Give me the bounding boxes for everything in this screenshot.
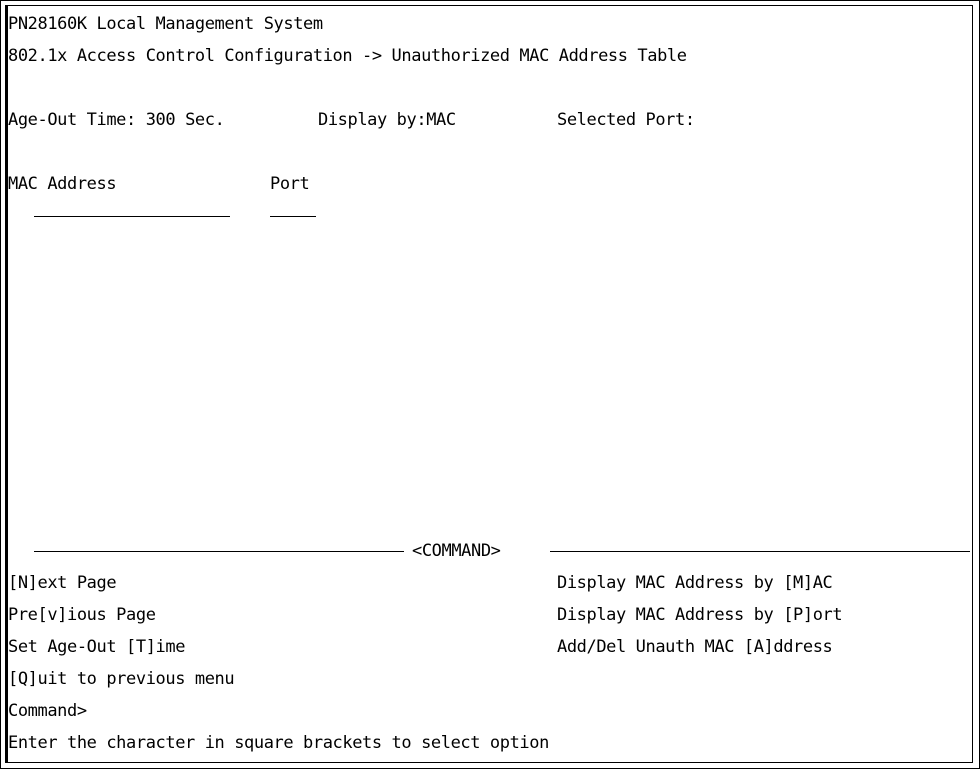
command-prompt[interactable]: Command> [8, 695, 87, 727]
age-out-label-text: Age-Out Time: [8, 110, 136, 130]
breadcrumb: 802.1x Access Control Configuration -> U… [8, 46, 687, 66]
terminal-screen: PN28160K Local Management System 802.1x … [5, 5, 973, 763]
age-out-unit: Sec. [185, 110, 225, 130]
column-underline-mac [34, 216, 230, 217]
selected-port-label: Selected Port: [557, 110, 695, 130]
command-quit[interactable]: [Q]uit to previous menu [8, 663, 235, 695]
terminal-window: PN28160K Local Management System 802.1x … [0, 0, 980, 769]
mac-table-body [34, 230, 934, 530]
age-out-label: Age-Out Time: 300 Sec. [8, 104, 225, 136]
command-separator-right [550, 551, 970, 552]
display-by: Display by:MAC [318, 104, 456, 136]
column-underline-port [270, 216, 316, 217]
command-display-by-mac[interactable]: Display MAC Address by [M]AC [557, 567, 833, 599]
command-separator-left [34, 551, 404, 552]
command-section-title: <COMMAND> [412, 541, 501, 561]
command-add-del-unauth-mac[interactable]: Add/Del Unauth MAC [A]ddress [557, 631, 833, 663]
command-next-page[interactable]: [N]ext Page [8, 567, 117, 599]
display-by-value: MAC [426, 110, 456, 130]
display-by-label: Display by: [318, 110, 427, 130]
command-set-age-out-time[interactable]: Set Age-Out [T]ime [8, 631, 185, 663]
column-header-mac: MAC Address [8, 174, 117, 194]
command-previous-page[interactable]: Pre[v]ious Page [8, 599, 156, 631]
column-header-port: Port [270, 174, 310, 194]
system-title: PN28160K Local Management System [8, 14, 323, 34]
command-display-by-port[interactable]: Display MAC Address by [P]ort [557, 599, 843, 631]
age-out-value: 300 [145, 110, 176, 130]
selected-port: Selected Port: [557, 104, 695, 136]
help-hint: Enter the character in square brackets t… [8, 733, 549, 753]
